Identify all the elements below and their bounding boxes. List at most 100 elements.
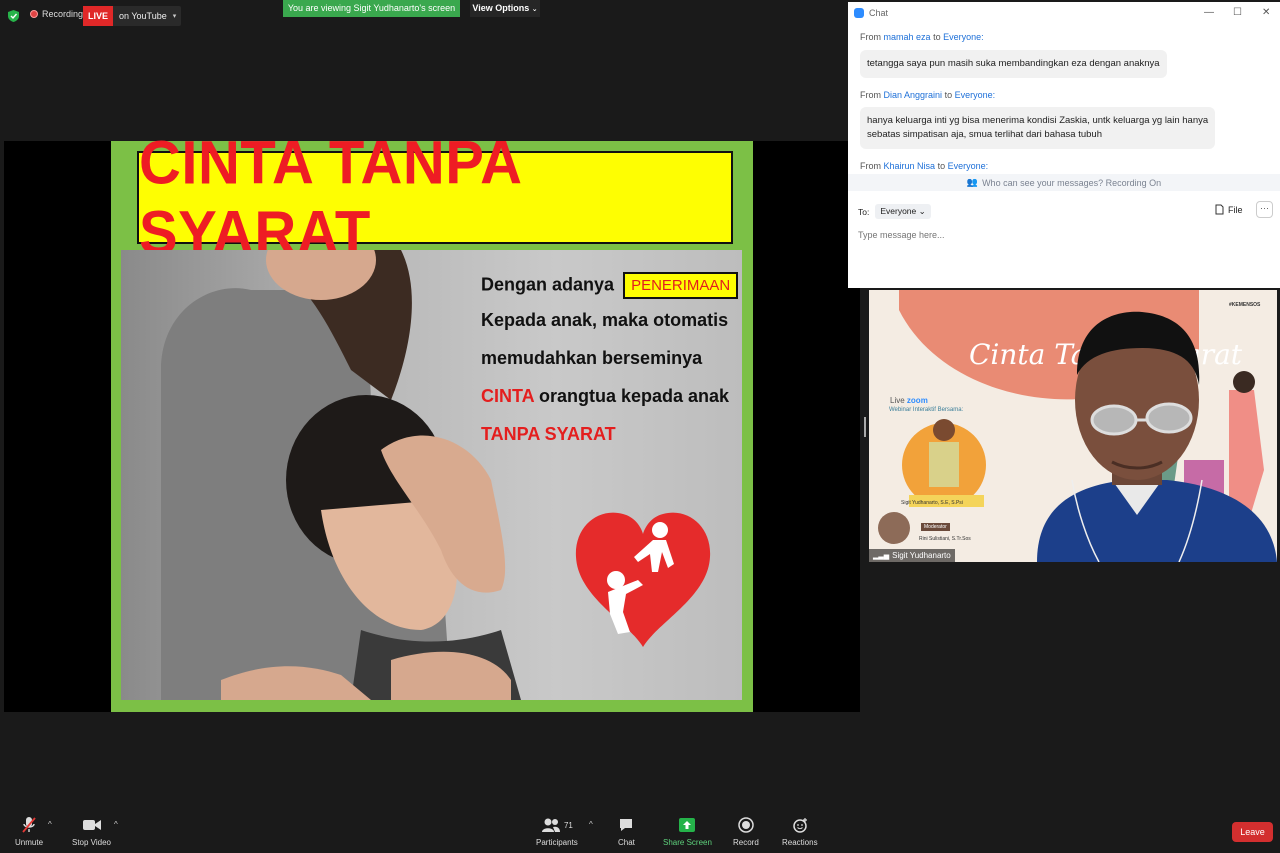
shield-icon[interactable] <box>8 10 19 22</box>
slide-line-1-prefix: Dengan adanya <box>481 274 615 295</box>
sender-name[interactable]: mamah eza <box>884 32 931 42</box>
participant-name-tag: ▂▃▅ Sigit Yudhanarto <box>869 549 955 562</box>
slide-title-box: CINTA TANPA SYARAT <box>137 128 733 267</box>
file-button[interactable]: File <box>1215 204 1243 215</box>
slide-line-4-rest: orangtua kepada anak <box>534 386 730 406</box>
mic-muted-icon <box>21 816 37 834</box>
share-screen-button[interactable]: Share Screen <box>663 816 712 847</box>
who-can-see-link[interactable]: 👥 Who can see your messages? Recording O… <box>848 174 1280 191</box>
live-stream-dropdown[interactable]: LIVE on YouTube ▾ <box>83 6 182 26</box>
slide-line-4: CINTA orangtua kepada anak <box>481 386 729 407</box>
sender-name[interactable]: Dian Anggraini <box>884 90 943 100</box>
from-label: From <box>860 32 881 42</box>
to-label: To: <box>858 206 870 217</box>
recipient-select[interactable]: Everyone ⌄ <box>875 204 931 219</box>
participant-name: Sigit Yudhanarto <box>892 551 951 560</box>
share-screen-label: Share Screen <box>663 838 712 847</box>
share-screen-icon <box>679 816 696 834</box>
chat-titlebar: Chat <box>848 2 1280 24</box>
close-icon[interactable]: ✕ <box>1262 7 1270 18</box>
participants-count: 71 <box>563 820 573 830</box>
participant-video[interactable]: Live zoom Webinar Interaktif Bersama: Ci… <box>869 290 1277 562</box>
message-line: hanya keluarga inti yg bisa menerima kon… <box>867 115 1209 126</box>
chat-title: Chat <box>869 8 889 18</box>
poster-zoom-label: zoom <box>906 396 928 405</box>
slide-line-4-red: CINTA <box>481 386 534 406</box>
recipient-name: Everyone: <box>943 32 984 42</box>
poster-live-label: Live <box>890 396 905 405</box>
message-header: From Khairun Nisa to Everyone: <box>860 161 988 171</box>
video-camera-icon <box>82 816 102 834</box>
chevron-down-icon: ⌄ <box>531 6 538 13</box>
message-bubble[interactable]: hanya keluarga inti yg bisa menerima kon… <box>860 107 1216 149</box>
sender-name[interactable]: Khairun Nisa <box>884 161 936 171</box>
minimize-icon[interactable]: — <box>1204 7 1214 18</box>
caret-down-icon: ▾ <box>172 13 177 20</box>
live-destination: on YouTube <box>119 11 167 21</box>
poster-speaker: Sigit Yudhanarto, S.E, S.Psi <box>901 500 963 506</box>
maximize-icon[interactable]: ☐ <box>1233 7 1242 18</box>
slide-line-2: Kepada anak, maka otomatis <box>481 310 729 330</box>
file-label: File <box>1228 204 1243 215</box>
record-icon <box>738 816 754 834</box>
poster-webinar: Webinar Interaktif Bersama: <box>889 407 964 413</box>
chat-label: Chat <box>618 838 635 847</box>
record-label: Record <box>733 838 759 847</box>
recording-indicator[interactable]: Recording <box>30 9 83 19</box>
view-options-button[interactable]: View Options ⌄ <box>470 0 540 17</box>
chat-bubble-icon <box>618 816 634 834</box>
more-options-button[interactable]: ··· <box>1256 201 1273 218</box>
participants-label: Participants <box>536 838 578 847</box>
to-label: to <box>933 32 941 42</box>
slide-line-5: TANPA SYARAT <box>481 424 616 444</box>
presenter-figure <box>1037 311 1277 562</box>
message-line: sebatas simpatisan aja, smua terlihat da… <box>867 129 1102 140</box>
stop-video-label: Stop Video <box>72 838 111 847</box>
viewing-banner: You are viewing Sigit Yudhanarto's scree… <box>283 0 460 17</box>
stop-video-button[interactable]: Stop Video <box>72 816 111 847</box>
from-label: From <box>860 90 881 100</box>
splitter-handle[interactable] <box>864 417 866 437</box>
smiley-plus-icon <box>792 816 808 834</box>
record-button[interactable]: Record <box>733 816 759 847</box>
live-badge: LIVE <box>83 6 114 26</box>
video-options-caret-icon[interactable]: ^ <box>114 820 118 829</box>
slide-title: CINTA TANPA SYARAT <box>139 128 521 267</box>
slide-line-3: memudahkan berseminya <box>481 348 703 368</box>
poster-moderator-label: Moderator <box>921 523 950 531</box>
recipient-name: Everyone: <box>954 90 996 100</box>
shared-slide: CINTA TANPA SYARAT Dengan adanya PENERIM… <box>111 128 753 712</box>
chat-window: Chat — ☐ ✕ From mamah eza to Everyone: t… <box>848 2 1280 288</box>
chat-button[interactable]: Chat <box>618 816 635 847</box>
participants-icon: 71 <box>541 816 573 834</box>
message-header: From mamah eza to Everyone: <box>860 32 984 42</box>
to-label: to <box>937 161 946 171</box>
penerimaan-box: PENERIMAAN <box>623 272 739 299</box>
unmute-label: Unmute <box>15 838 44 847</box>
to-label: to <box>944 90 953 100</box>
unmute-button[interactable]: Unmute <box>15 816 43 847</box>
poster-moderator: Rini Sulistiani, S.Tr.Sos <box>919 536 971 542</box>
chevron-down-icon: ⌄ <box>918 206 926 216</box>
recording-label: Recording <box>42 9 84 19</box>
chat-messages[interactable]: From mamah eza to Everyone: tetangga say… <box>848 26 1278 174</box>
recipient-value: Everyone <box>880 206 917 216</box>
from-label: From <box>860 161 881 171</box>
participants-caret-icon[interactable]: ^ <box>589 820 593 829</box>
record-dot-icon <box>30 10 38 18</box>
leave-button[interactable]: Leave <box>1232 822 1273 842</box>
recipient-name: Everyone: <box>947 161 989 171</box>
message-header: From Dian Anggraini to Everyone: <box>860 90 995 100</box>
who-can-see-text: Who can see your messages? Recording On <box>982 177 1162 188</box>
poster-live: Live zoom <box>890 396 928 405</box>
reactions-button[interactable]: Reactions <box>782 816 818 847</box>
slide-line-1: Dengan adanya PENERIMAAN <box>481 272 739 299</box>
audio-options-caret-icon[interactable]: ^ <box>48 820 52 829</box>
chat-message-input[interactable] <box>858 228 1258 242</box>
message-bubble[interactable]: tetangga saya pun masih suka membandingk… <box>860 50 1167 78</box>
recipient-row: To: Everyone ⌄ <box>858 204 931 219</box>
participants-button[interactable]: 71 Participants <box>536 816 578 847</box>
view-options-label: View Options <box>472 3 530 13</box>
file-icon <box>1215 204 1224 215</box>
heart-parent-child-icon <box>575 512 711 647</box>
